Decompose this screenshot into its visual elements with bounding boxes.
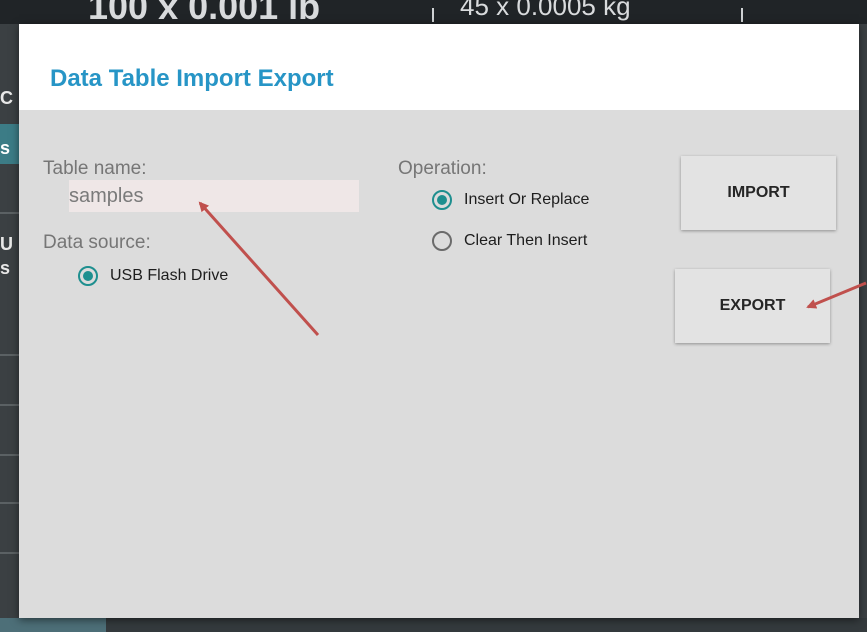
import-export-dialog: Data Table Import Export Table name: Dat… [19, 24, 859, 618]
background-weight-readout-kg: 45 x 0.0005 kg [460, 0, 631, 21]
data-source-label: Data source: [43, 232, 151, 253]
operation-insert-or-replace-label: Insert Or Replace [464, 191, 590, 208]
data-source-usb-label: USB Flash Drive [110, 267, 229, 284]
operation-clear-then-insert-label: Clear Then Insert [464, 232, 588, 249]
export-button[interactable]: EXPORT [675, 269, 830, 343]
table-name-input[interactable] [69, 180, 359, 212]
table-name-label: Table name: [43, 158, 147, 179]
radio-checked-icon [78, 266, 98, 286]
radio-checked-icon [432, 190, 452, 210]
background-divider [432, 8, 434, 22]
operation-label: Operation: [398, 158, 487, 179]
dialog-header: Data Table Import Export [19, 24, 859, 110]
operation-insert-or-replace-radio[interactable]: Insert Or Replace [432, 190, 589, 210]
operation-clear-then-insert-radio[interactable]: Clear Then Insert [432, 231, 587, 251]
background-divider [741, 8, 743, 22]
background-app-bar: 100 x 0.001 lb 45 x 0.0005 kg [0, 0, 867, 24]
background-right-panel [858, 24, 867, 632]
dialog-title: Data Table Import Export [50, 65, 334, 92]
radio-unchecked-icon [432, 231, 452, 251]
background-bottom-stripe [0, 618, 106, 632]
background-weight-readout-lb: 100 x 0.001 lb [88, 0, 321, 24]
data-source-usb-radio[interactable]: USB Flash Drive [78, 266, 228, 286]
background-bottom-bar [0, 618, 867, 632]
import-button[interactable]: IMPORT [681, 156, 836, 230]
